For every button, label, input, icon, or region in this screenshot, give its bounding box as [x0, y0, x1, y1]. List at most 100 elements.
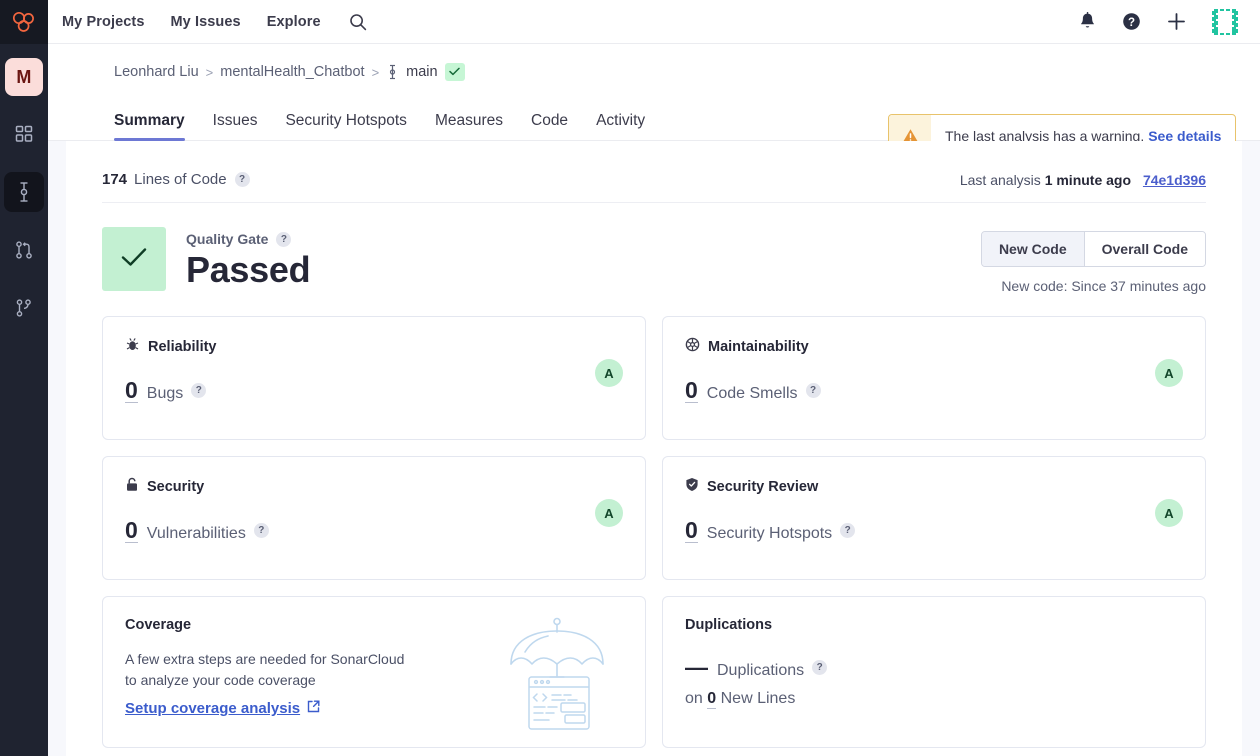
analysis-hash-link[interactable]: 74e1d396	[1143, 172, 1206, 188]
reliability-card-title: Reliability	[148, 338, 217, 355]
toggle-new-code[interactable]: New Code	[981, 232, 1084, 266]
tab-measures[interactable]: Measures	[435, 112, 503, 140]
duplications-help-icon[interactable]: ?	[812, 660, 828, 675]
security-hotspots-help-icon[interactable]: ?	[840, 523, 856, 539]
breadcrumb-project[interactable]: mentalHealth_Chatbot	[220, 64, 364, 80]
new-lines-value[interactable]: 0	[707, 690, 717, 709]
security-review-card-title-row: Security Review	[685, 477, 1183, 496]
left-rail: M	[0, 0, 48, 756]
sonarcloud-logo-icon[interactable]	[0, 0, 48, 44]
svg-text:?: ?	[1128, 17, 1135, 29]
maintainability-card-title-row: Maintainability	[685, 337, 1183, 356]
security-hotspots-label: Security Hotspots	[706, 525, 833, 542]
security-review-card-title: Security Review	[707, 478, 819, 495]
overview-panel: 174 Lines of Code ? Last analysis 1 minu…	[66, 141, 1242, 756]
metric-card-maintainability: Maintainability 0 Code Smells ? A	[662, 316, 1206, 440]
code-smells-label: Code Smells	[706, 385, 798, 402]
last-analysis-time: 1 minute ago	[1044, 171, 1132, 188]
duplications-value: —	[685, 654, 708, 680]
quality-gate-help-icon[interactable]: ?	[276, 231, 292, 247]
sonarcloud-app: M My Projects My Issues Explore ? Leonha…	[0, 0, 1260, 756]
code-smells-value[interactable]: 0	[685, 378, 698, 404]
code-smell-icon	[685, 337, 700, 356]
duplications-card-title: Duplications	[685, 617, 773, 633]
lines-of-code-help-icon[interactable]: ?	[234, 172, 250, 187]
toggle-overall-code[interactable]: Overall Code	[1083, 232, 1205, 266]
reliability-metric-row: 0 Bugs ?	[125, 378, 623, 404]
maintainability-rating-badge[interactable]: A	[1155, 359, 1183, 387]
duplications-new-lines-row: on 0 New Lines	[685, 690, 1183, 709]
git-branch-icon	[15, 299, 33, 317]
duplications-label: Duplications	[717, 662, 805, 679]
overview-content: 174 Lines of Code ? Last analysis 1 minu…	[66, 141, 1242, 756]
security-hotspots-value[interactable]: 0	[685, 518, 698, 544]
rail-item-branches[interactable]	[4, 172, 44, 212]
rail-item-branch-graph[interactable]	[4, 288, 44, 328]
code-scope-toggle: New Code Overall Code	[980, 231, 1206, 267]
bugs-help-icon[interactable]: ?	[191, 383, 207, 399]
maintainability-metric-row: 0 Code Smells ?	[685, 378, 1183, 404]
last-analysis-prefix: Last analysis	[959, 171, 1041, 188]
rail-item-pull-requests[interactable]	[4, 230, 44, 270]
breadcrumb-organization[interactable]: Leonhard Liu	[114, 64, 199, 80]
check-icon	[449, 64, 460, 80]
last-analysis-info: Last analysis 1 minute ago 74e1d396	[960, 172, 1206, 188]
quality-gate-status-badge	[102, 227, 166, 291]
code-scope-controls: New Code Overall Code New code: Since 37…	[980, 227, 1206, 294]
nav-explore[interactable]: Explore	[267, 14, 321, 30]
setup-coverage-analysis-label: Setup coverage analysis	[125, 700, 301, 718]
vulnerabilities-help-icon[interactable]: ?	[253, 523, 269, 539]
pull-request-icon	[15, 241, 33, 259]
tab-code[interactable]: Code	[531, 112, 568, 140]
quality-gate-row: Quality Gate ? Passed New Code Overall C…	[102, 203, 1206, 294]
breadcrumb-branch[interactable]: main	[406, 64, 437, 80]
branch-icon	[387, 64, 398, 80]
branch-status-badge[interactable]	[444, 63, 465, 81]
grid-icon	[15, 125, 33, 143]
coverage-description: A few extra steps are needed for SonarCl…	[125, 651, 405, 688]
bug-icon	[125, 337, 140, 356]
page-body: 174 Lines of Code ? Last analysis 1 minu…	[48, 141, 1260, 756]
metrics-grid: Reliability 0 Bugs ? A Maintainability 0…	[102, 316, 1206, 756]
notifications-icon[interactable]	[1079, 12, 1096, 31]
organization-avatar[interactable]: M	[5, 58, 43, 96]
code-smells-help-icon[interactable]: ?	[805, 383, 821, 399]
external-link-icon	[307, 700, 320, 717]
tab-issues[interactable]: Issues	[213, 112, 258, 140]
check-icon	[121, 247, 147, 272]
umbrella-code-illustration	[505, 615, 609, 736]
rail-item-projects-grid[interactable]	[4, 114, 44, 154]
breadcrumb: Leonhard Liu > mentalHealth_Chatbot > ma…	[114, 62, 1238, 82]
lines-of-code-row: 174 Lines of Code ? Last analysis 1 minu…	[102, 141, 1206, 203]
bugs-label: Bugs	[146, 385, 184, 402]
lock-icon	[125, 477, 139, 496]
setup-coverage-analysis-link[interactable]: Setup coverage analysis	[125, 700, 320, 717]
metric-card-security-review: Security Review 0 Security Hotspots ? A	[662, 456, 1206, 580]
help-icon[interactable]: ?	[1122, 12, 1141, 31]
security-card-title: Security	[147, 478, 205, 495]
search-icon[interactable]	[347, 11, 369, 33]
security-rating-badge[interactable]: A	[595, 499, 623, 527]
metric-card-reliability: Reliability 0 Bugs ? A	[102, 316, 646, 440]
shield-icon	[685, 477, 699, 496]
main-column: My Projects My Issues Explore ? Leonhard…	[48, 0, 1260, 756]
vulnerabilities-value[interactable]: 0	[125, 518, 138, 544]
quality-gate-label-row: Quality Gate ?	[186, 231, 310, 247]
security-review-rating-badge[interactable]: A	[1155, 499, 1183, 527]
branch-commit-icon	[15, 182, 33, 202]
quality-gate-text: Quality Gate ? Passed	[186, 227, 311, 291]
quality-gate-status: Passed	[186, 249, 311, 290]
breadcrumb-separator-1: >	[205, 64, 214, 80]
tab-activity[interactable]: Activity	[596, 112, 645, 140]
tab-security-hotspots[interactable]: Security Hotspots	[285, 112, 406, 140]
lines-of-code-label: Lines of Code	[134, 171, 227, 188]
user-identicon[interactable]	[1212, 8, 1238, 35]
tab-summary[interactable]: Summary	[114, 112, 185, 141]
vulnerabilities-label: Vulnerabilities	[146, 525, 246, 542]
project-header: Leonhard Liu > mentalHealth_Chatbot > ma…	[48, 44, 1260, 158]
bugs-value[interactable]: 0	[125, 378, 138, 404]
add-icon[interactable]	[1167, 12, 1186, 31]
nav-my-issues[interactable]: My Issues	[171, 14, 241, 30]
nav-my-projects[interactable]: My Projects	[62, 14, 145, 30]
reliability-rating-badge[interactable]: A	[595, 359, 623, 387]
